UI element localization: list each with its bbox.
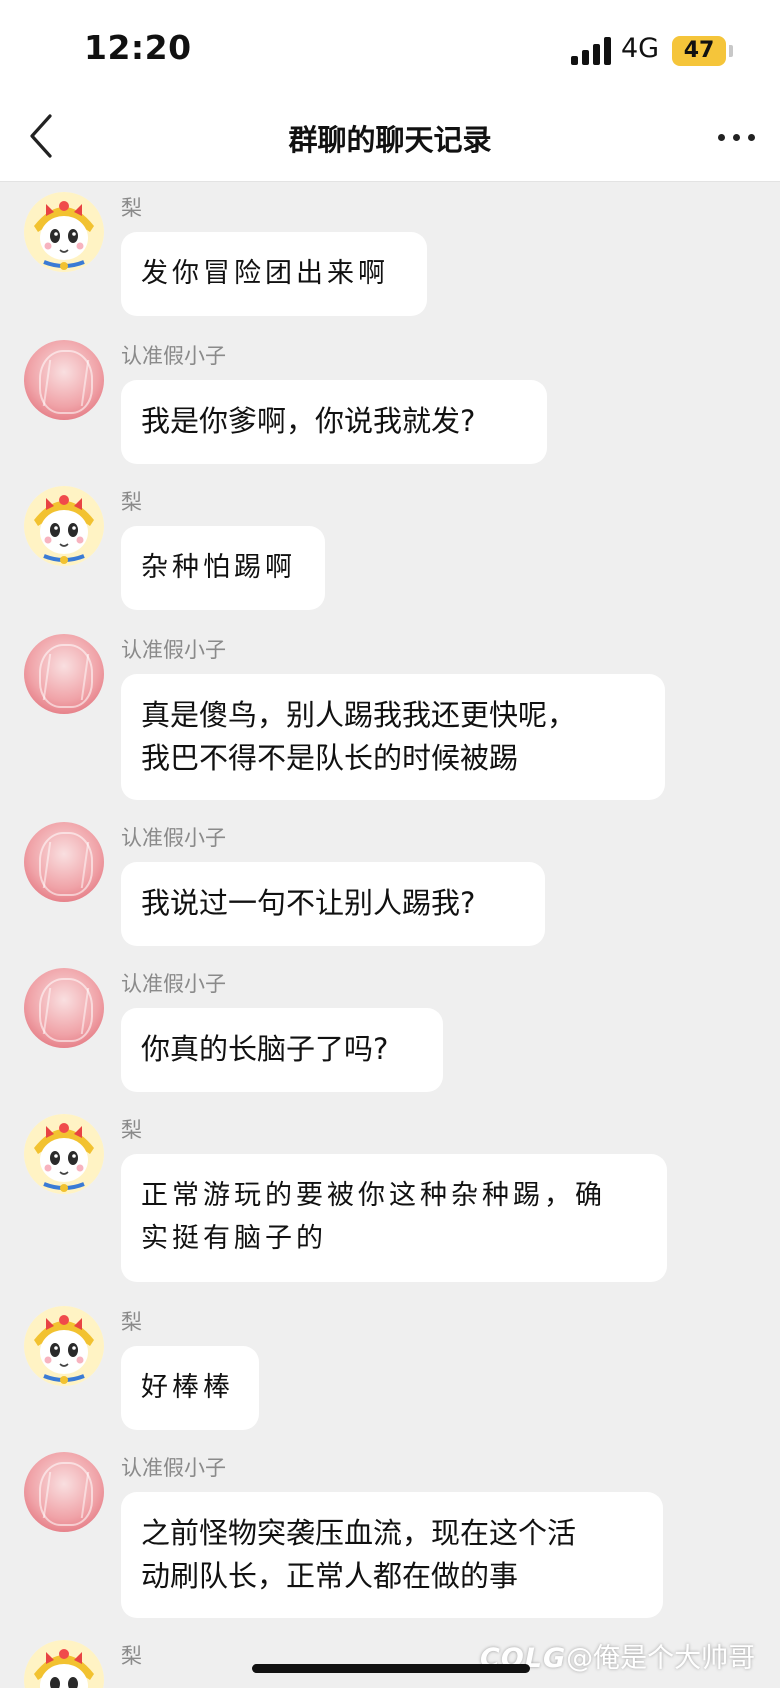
avatar[interactable]	[24, 1306, 104, 1386]
message-bubble[interactable]: 我说过一句不让别人踢我?	[121, 862, 545, 946]
sender-name: 梨	[121, 1118, 142, 1142]
avatar[interactable]	[24, 486, 104, 566]
watermark-text: @俺是个大帅哥	[566, 1643, 756, 1674]
avatar[interactable]	[24, 1640, 104, 1688]
message-bubble[interactable]: 你真的长脑子了吗?	[121, 1008, 443, 1092]
sender-name: 认准假小子	[121, 344, 226, 368]
message-bubble[interactable]: 发你冒险团出来啊	[121, 232, 427, 316]
sender-name: 认准假小子	[121, 638, 226, 662]
avatar[interactable]	[24, 634, 104, 714]
message-bubble[interactable]: 好棒棒	[121, 1346, 259, 1430]
message-bubble[interactable]: 真是傻鸟，别人踢我我还更快呢， 我巴不得不是队长的时候被踢	[121, 674, 665, 800]
sender-name: 认准假小子	[121, 1456, 226, 1480]
sender-name: 梨	[121, 1310, 142, 1334]
message-bubble[interactable]: 正常游玩的要被你这种杂种踢，确 实挺有脑子的	[121, 1154, 667, 1282]
battery-level: 47	[683, 38, 715, 63]
signal-icon	[571, 37, 611, 65]
avatar[interactable]	[24, 340, 104, 420]
cartoon-cat-avatar-icon	[24, 192, 104, 272]
cartoon-cat-avatar-icon	[24, 1114, 104, 1194]
cartoon-cat-avatar-icon	[24, 1306, 104, 1386]
home-indicator[interactable]	[252, 1664, 530, 1673]
sender-name: 认准假小子	[121, 972, 226, 996]
sender-name: 认准假小子	[121, 826, 226, 850]
sender-name: 梨	[121, 490, 142, 514]
message-bubble[interactable]: 杂种怕踢啊	[121, 526, 325, 610]
avatar[interactable]	[24, 822, 104, 902]
cartoon-cat-avatar-icon	[24, 1640, 104, 1688]
cartoon-cat-avatar-icon	[24, 486, 104, 566]
network-type: 4G	[621, 33, 660, 64]
avatar[interactable]	[24, 1452, 104, 1532]
avatar[interactable]	[24, 968, 104, 1048]
page-title: 群聊的聊天记录	[288, 123, 492, 157]
top-bar: 12:20 4G 47 群聊的聊天记录	[0, 0, 780, 182]
avatar[interactable]	[24, 1114, 104, 1194]
battery-cap	[729, 45, 733, 57]
avatar[interactable]	[24, 192, 104, 272]
sender-name: 梨	[121, 1644, 142, 1668]
chat-history[interactable]: 梨 发你冒险团出来啊 认准假小子 我是你爹啊，你说我就发? 梨 杂种怕踢啊 认准…	[0, 182, 780, 1688]
message-bubble[interactable]: 之前怪物突袭压血流，现在这个活 动刷队长，正常人都在做的事	[121, 1492, 663, 1618]
status-time: 12:20	[84, 28, 192, 67]
battery-icon: 47	[672, 36, 726, 66]
more-button[interactable]	[712, 126, 762, 150]
message-bubble[interactable]: 我是你爹啊，你说我就发?	[121, 380, 547, 464]
sender-name: 梨	[121, 196, 142, 220]
